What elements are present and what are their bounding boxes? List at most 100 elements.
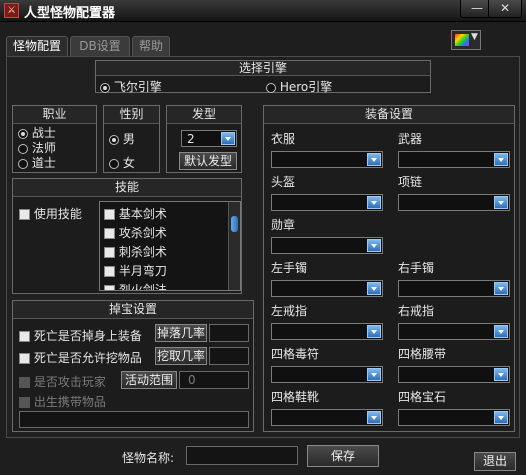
engine-radio-fire[interactable]	[100, 82, 110, 93]
tab-db-settings[interactable]: DB设置	[70, 36, 130, 56]
equip-slot-label: 左手镯	[271, 261, 308, 275]
engine-option-hero[interactable]: Hero引擎	[266, 78, 332, 95]
equip-slot-select[interactable]	[271, 151, 383, 168]
gender-group: 性别 男 女	[103, 105, 160, 173]
chevron-down-icon[interactable]	[494, 196, 508, 209]
death-drop-checkbox[interactable]	[19, 331, 30, 342]
window-title: 人型怪物配置器	[24, 6, 116, 21]
chevron-down-icon[interactable]	[494, 411, 508, 424]
gender-radio-female[interactable]	[109, 158, 119, 169]
equip-slot-label: 右戒指	[398, 304, 435, 318]
engine-radio-hero[interactable]	[266, 82, 276, 93]
allow-dig-checkbox[interactable]	[19, 353, 30, 364]
equip-slot-select[interactable]	[271, 237, 383, 254]
hair-group-title: 发型	[167, 106, 241, 124]
skill-list: 基本剑术 攻杀剑术 刺杀剑术 半月弯刀 烈火剑法	[99, 201, 241, 291]
range-button[interactable]: 活动范围	[121, 371, 177, 389]
skill-item[interactable]: 刺杀剑术	[104, 243, 167, 262]
drop-rate-button[interactable]: 掉落几率	[155, 324, 207, 342]
job-group: 职业 战士 法师 道士	[12, 105, 97, 173]
range-input[interactable]: 0	[179, 371, 249, 389]
equip-slot-select[interactable]	[271, 323, 383, 340]
chevron-down-icon[interactable]	[221, 132, 235, 145]
tab-help[interactable]: 帮助	[132, 36, 170, 56]
equip-slot-label: 衣服	[271, 132, 296, 146]
equip-slot-select[interactable]	[398, 280, 510, 297]
equip-slot-select[interactable]	[271, 194, 383, 211]
equip-slot-select[interactable]	[271, 280, 383, 297]
job-group-title: 职业	[13, 106, 96, 124]
close-button[interactable]: ✕	[488, 0, 522, 18]
use-skill-option[interactable]: 使用技能	[19, 205, 82, 222]
job-radio-taoist[interactable]	[18, 158, 28, 169]
attack-player-option[interactable]: 是否攻击玩家	[19, 373, 106, 390]
skill-list-scrollbar[interactable]	[228, 202, 240, 290]
skill-item[interactable]: 烈火剑法	[104, 281, 167, 290]
chevron-down-icon[interactable]	[494, 153, 508, 166]
job-option-mage[interactable]: 法师	[18, 141, 56, 156]
allow-dig-option[interactable]: 死亡是否允许挖物品	[19, 349, 142, 366]
dig-rate-button[interactable]: 挖取几率	[155, 347, 207, 365]
chevron-down-icon[interactable]	[494, 282, 508, 295]
equip-slot-select[interactable]	[398, 323, 510, 340]
skills-group: 技能 使用技能 基本剑术 攻杀剑术 刺杀剑术 半月弯刀 烈火剑法	[12, 178, 242, 294]
equip-slot-label: 四格毒符	[271, 347, 320, 361]
job-option-warrior[interactable]: 战士	[18, 126, 56, 141]
equip-slot-select[interactable]	[398, 194, 510, 211]
equip-slot-label: 四格腰带	[398, 347, 447, 361]
hair-group: 发型 2 默认发型	[166, 105, 242, 173]
carry-items-option[interactable]: 出生携带物品	[19, 393, 106, 410]
equipment-group-title: 装备设置	[264, 106, 514, 124]
color-palette-icon	[455, 34, 469, 46]
dig-rate-input[interactable]	[209, 347, 249, 365]
equip-slot-select[interactable]	[271, 366, 383, 383]
gender-radio-male[interactable]	[109, 134, 119, 145]
save-button[interactable]: 保存	[307, 445, 379, 467]
scrollbar-thumb[interactable]	[231, 216, 238, 232]
engine-group-title: 选择引擎	[96, 61, 430, 76]
drop-rate-input[interactable]	[209, 324, 249, 342]
chevron-down-icon: ▼	[471, 32, 478, 42]
drop-group-title: 掉宝设置	[13, 301, 253, 319]
monster-name-label: 怪物名称:	[122, 451, 175, 465]
tab-monster-config[interactable]: 怪物配置	[6, 36, 68, 56]
equip-slot-label: 勋章	[271, 218, 296, 232]
chevron-down-icon[interactable]	[367, 282, 381, 295]
chevron-down-icon[interactable]	[367, 196, 381, 209]
gender-option-male[interactable]: 男	[109, 130, 135, 147]
skill-item[interactable]: 半月弯刀	[104, 262, 167, 281]
equip-slot-select[interactable]	[398, 366, 510, 383]
chevron-down-icon[interactable]	[367, 153, 381, 166]
gender-option-female[interactable]: 女	[109, 154, 135, 171]
default-hair-button[interactable]: 默认发型	[179, 152, 237, 170]
job-radio-warrior[interactable]	[18, 128, 28, 139]
equip-slot-label: 四格宝石	[398, 390, 447, 404]
death-drop-option[interactable]: 死亡是否掉身上装备	[19, 327, 142, 344]
job-radio-mage[interactable]	[18, 143, 28, 154]
hair-select[interactable]: 2	[181, 130, 237, 147]
equipment-group: 装备设置 衣服 武器 头盔 项链 勋章 左手镯 右手镯 左戒指 右戒指 四格毒符 四格腰带 四格鞋靴 四…	[263, 105, 515, 432]
chevron-down-icon[interactable]	[367, 239, 381, 252]
engine-option-fire[interactable]: 飞尔引擎	[100, 78, 162, 95]
equip-slot-select[interactable]	[398, 409, 510, 426]
equip-slot-label: 武器	[398, 132, 423, 146]
exit-button[interactable]: 退出	[474, 452, 516, 471]
skill-item[interactable]: 攻杀剑术	[104, 224, 167, 243]
monster-name-input[interactable]	[186, 446, 298, 465]
chevron-down-icon[interactable]	[494, 368, 508, 381]
chevron-down-icon[interactable]	[367, 325, 381, 338]
skill-item[interactable]: 基本剑术	[104, 205, 167, 224]
chevron-down-icon[interactable]	[494, 325, 508, 338]
carry-items-input[interactable]	[19, 411, 249, 428]
chevron-down-icon[interactable]	[367, 368, 381, 381]
chevron-down-icon[interactable]	[367, 411, 381, 424]
attack-player-checkbox[interactable]	[19, 377, 30, 388]
job-option-taoist[interactable]: 道士	[18, 156, 56, 171]
skills-group-title: 技能	[13, 179, 241, 197]
monster-icon: ⚔	[4, 3, 19, 18]
carry-items-checkbox[interactable]	[19, 397, 30, 408]
color-picker-button[interactable]: ▼	[451, 30, 481, 50]
equip-slot-select[interactable]	[398, 151, 510, 168]
use-skill-checkbox[interactable]	[19, 209, 30, 220]
equip-slot-select[interactable]	[271, 409, 383, 426]
